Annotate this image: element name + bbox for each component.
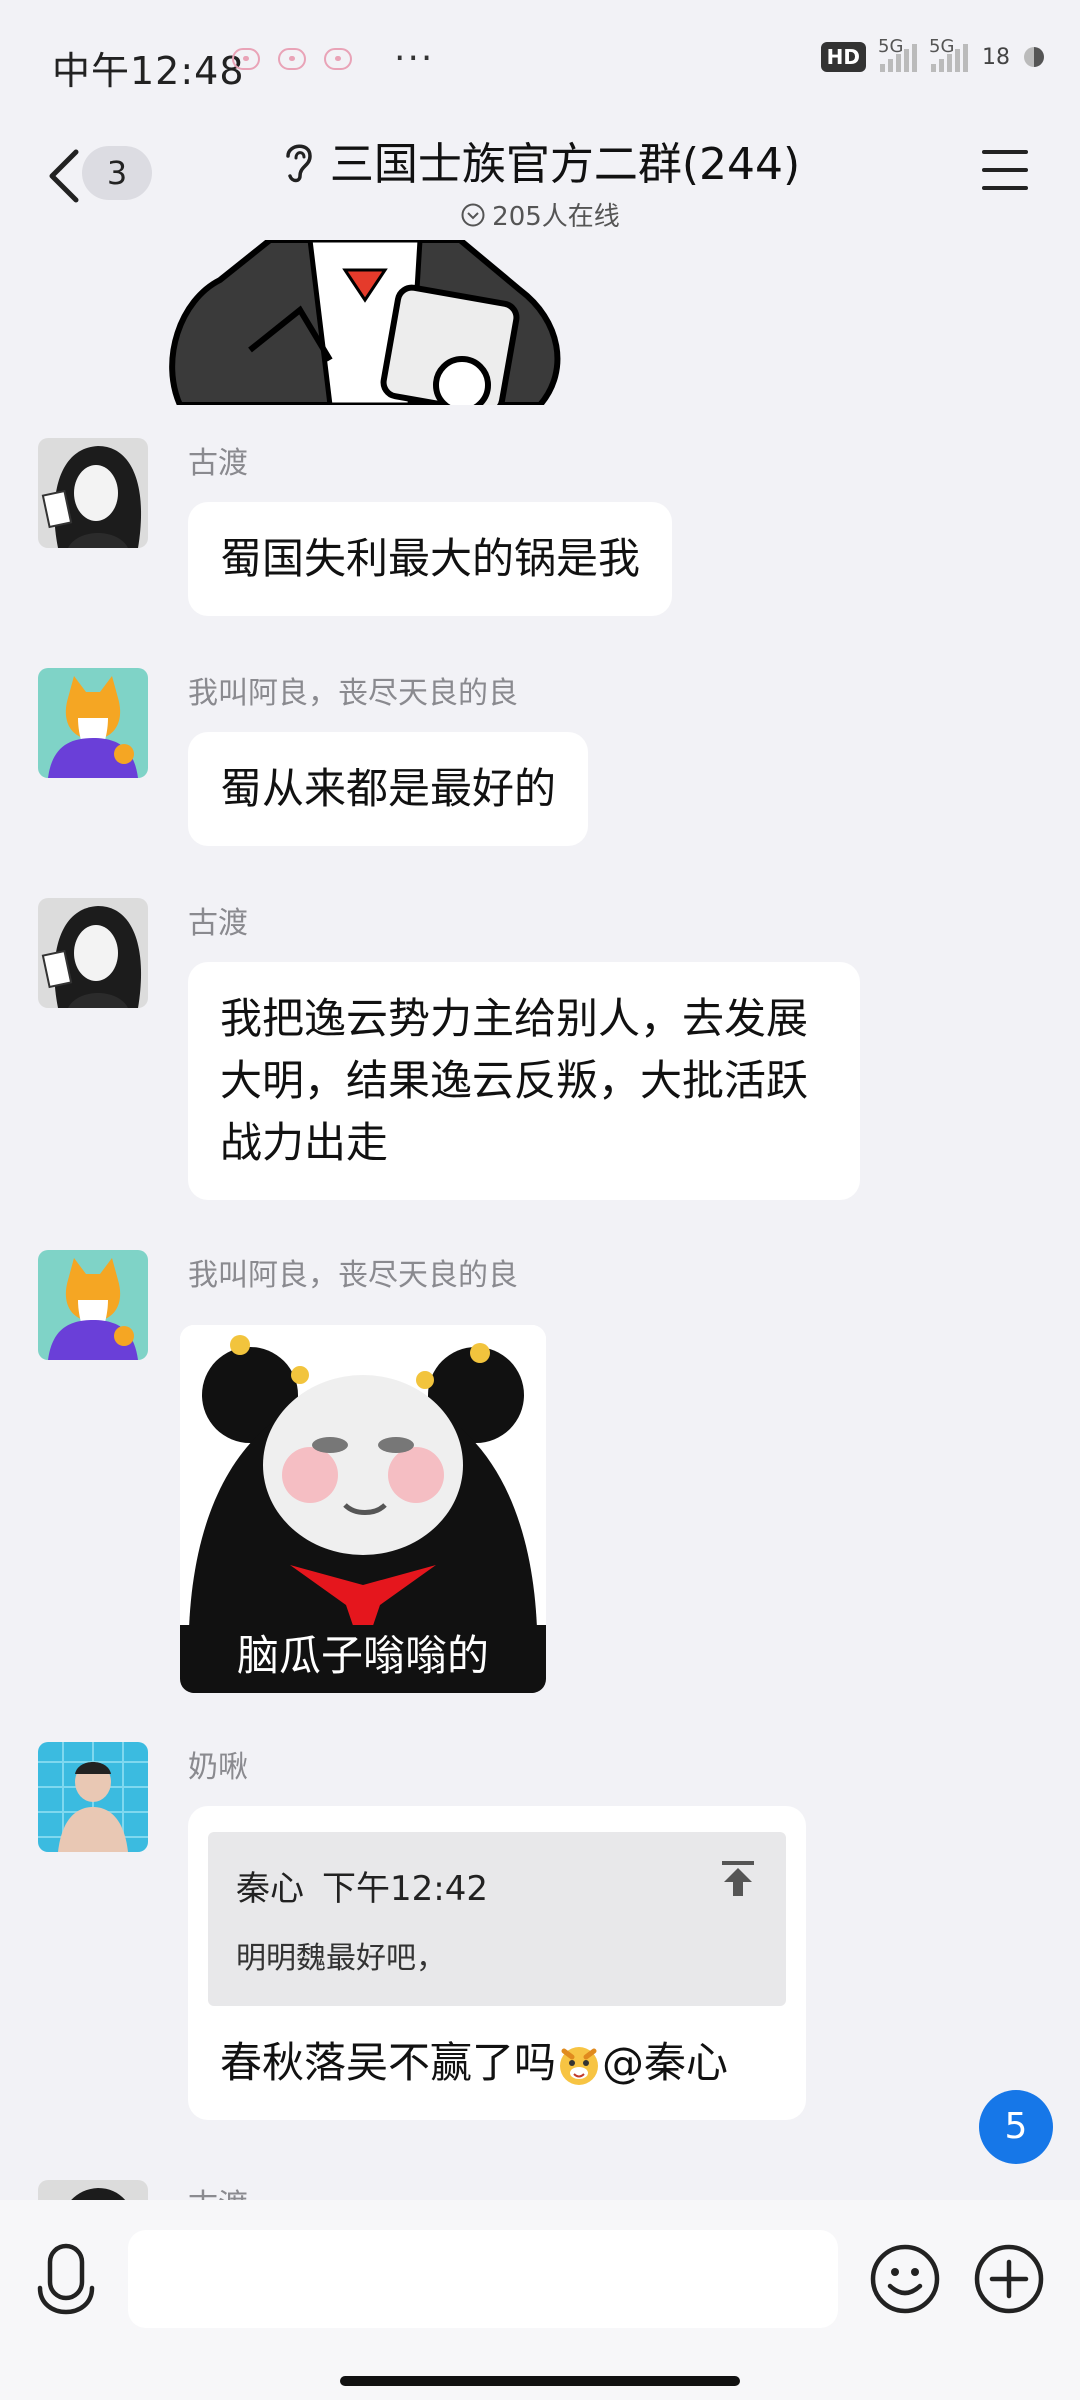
hd-icon: HD (820, 42, 866, 72)
pig-notification-icon (278, 48, 306, 70)
reply-text: 春秋落吴不赢了吗 (220, 2038, 557, 2087)
message-item: 奶啾 秦心 下午12:42 明明魏最好吧， 春秋落吴不赢了吗 @秦心 (0, 1742, 1080, 2142)
message-item: 古渡 我把逸云势力主给别人，去发展大明，结果逸云反叛，大批活跃战力出走 (0, 898, 1080, 1200)
message-item: 我叫阿良，丧尽天良的良 蜀从来都是最好的 (0, 668, 1080, 848)
notification-icons (232, 48, 352, 70)
message-bubble[interactable]: 蜀从来都是最好的 (188, 732, 589, 846)
pig-notification-icon (324, 48, 352, 70)
sender-name: 古渡 (188, 446, 248, 481)
chat-message-list[interactable]: 古渡 蜀国失利最大的锅是我 我叫阿良，丧尽天良的良 蜀从来都是最好的 古渡 我把… (0, 240, 1080, 2200)
quoted-message[interactable]: 秦心 下午12:42 明明魏最好吧， (208, 1832, 786, 2006)
status-bar: 中午12:48 ··· HD 5G 5G 18 (0, 0, 1080, 120)
quote-text: 明明魏最好吧， (236, 1941, 446, 1976)
microphone-icon[interactable] (36, 2242, 96, 2326)
cartoon-sticker-image[interactable] (160, 240, 570, 405)
sender-name: 古渡 (188, 2180, 248, 2200)
battery-icon (1024, 47, 1044, 67)
sender-name: 我叫阿良，丧尽天良的良 (188, 676, 518, 711)
ear-icon (286, 144, 312, 183)
signal-icon: 5G (929, 36, 968, 72)
chat-header: 3 三国士族官方二群(244) 205人在线 (0, 120, 1080, 240)
message-item: 古渡 (0, 2180, 1080, 2200)
online-status: 205人在线 (230, 196, 850, 233)
quote-time: 下午12:42 (322, 1869, 488, 1909)
pig-notification-icon (232, 48, 260, 70)
unread-count-badge[interactable]: 3 (82, 146, 152, 200)
menu-icon[interactable] (982, 150, 1028, 194)
header-title-area[interactable]: 三国士族官方二群(244) 205人在线 (230, 128, 850, 233)
tiger-emoji-icon (560, 2047, 599, 2085)
input-bar (0, 2200, 1080, 2400)
group-title: 三国士族官方二群(244) (280, 128, 800, 192)
avatar[interactable] (38, 1250, 148, 1360)
message-bubble[interactable]: 我把逸云势力主给别人，去发展大明，结果逸云反叛，大批活跃战力出走 (188, 962, 860, 1200)
battery-level: 18 (982, 44, 1010, 70)
sticker-caption: 脑瓜子嗡嗡的 (236, 1631, 489, 1680)
more-notifications-icon: ··· (394, 38, 435, 79)
message-item: 古渡 蜀国失利最大的锅是我 (0, 438, 1080, 618)
new-message-count-badge[interactable]: 5 (979, 2090, 1053, 2164)
sender-name: 我叫阿良，丧尽天良的良 (188, 1258, 518, 1293)
status-time: 中午12:48 (52, 49, 245, 93)
home-indicator[interactable] (340, 2376, 740, 2386)
status-indicators: HD 5G 5G 18 (820, 36, 1044, 72)
avatar[interactable] (38, 438, 148, 548)
emoji-icon[interactable] (868, 2242, 942, 2316)
message-bubble[interactable]: 蜀国失利最大的锅是我 (188, 502, 673, 616)
online-count: 205人在线 (492, 202, 620, 232)
chevron-down-circle-icon (461, 203, 485, 226)
quote-header: 秦心 下午12:42 (236, 1858, 758, 1920)
sender-name: 奶啾 (188, 1750, 248, 1785)
message-bubble[interactable]: 秦心 下午12:42 明明魏最好吧， 春秋落吴不赢了吗 @秦心 (188, 1806, 806, 2120)
jump-to-top-icon[interactable] (718, 1858, 758, 1898)
signal-icon: 5G (878, 36, 917, 72)
avatar[interactable] (38, 898, 148, 1008)
sender-name: 古渡 (188, 906, 248, 941)
quote-author: 秦心 (236, 1869, 304, 1909)
avatar[interactable] (38, 1742, 148, 1852)
avatar[interactable] (38, 668, 148, 778)
mention-tag[interactable]: @秦心 (602, 2038, 728, 2087)
message-input[interactable] (128, 2230, 838, 2328)
meme-sticker[interactable]: 脑瓜子嗡嗡的 (180, 1325, 546, 1693)
message-item: 我叫阿良，丧尽天良的良 脑瓜子嗡嗡的 (0, 1250, 1080, 1700)
group-title-text: 三国士族官方二群(244) (329, 139, 801, 190)
avatar[interactable] (38, 2180, 148, 2200)
plus-icon[interactable] (972, 2242, 1046, 2316)
